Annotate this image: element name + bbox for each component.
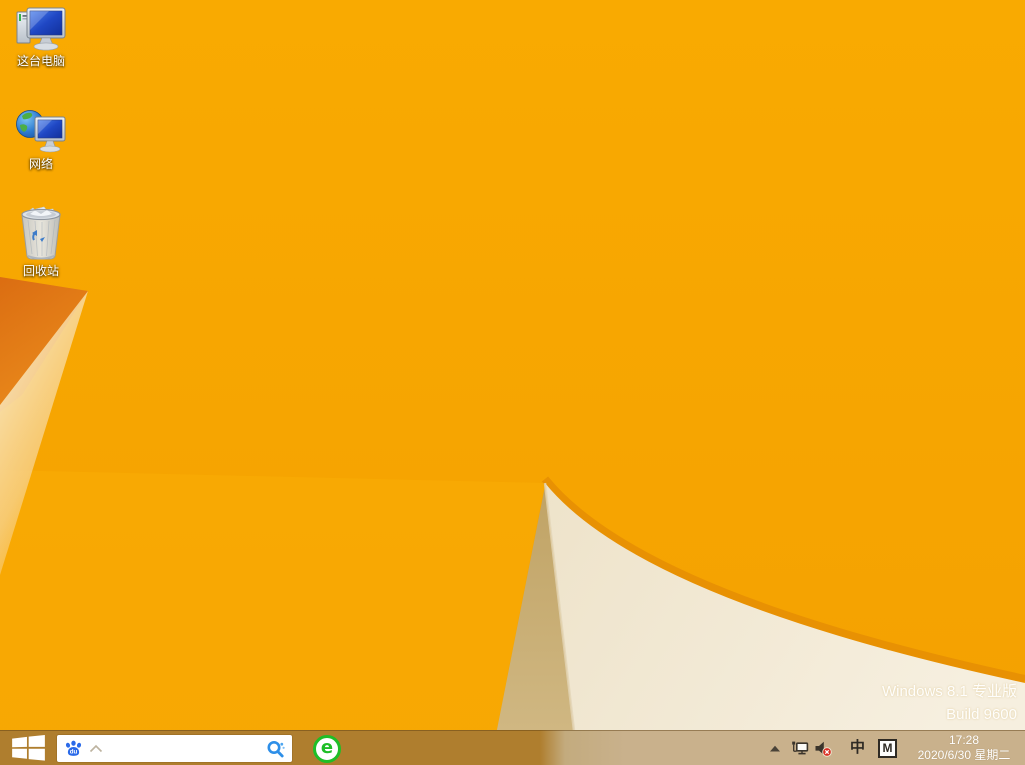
watermark-edition: Windows 8.1 专业版 bbox=[882, 680, 1017, 703]
desktop-surface[interactable]: 这台电脑 网络 bbox=[0, 0, 1025, 765]
ime-mode-badge[interactable]: M bbox=[878, 739, 897, 758]
wallpaper-image bbox=[0, 0, 1025, 765]
browser-glyph: e bbox=[321, 739, 333, 757]
ime-language-button[interactable]: 中 bbox=[850, 740, 865, 756]
chevron-up-icon[interactable] bbox=[89, 744, 103, 753]
icon-label: 这台电脑 bbox=[17, 54, 65, 68]
baidu-paw-icon[interactable]: du bbox=[64, 739, 83, 758]
desktop-icon-this-pc[interactable]: 这台电脑 bbox=[10, 6, 72, 68]
recycle-bin-icon bbox=[18, 206, 64, 262]
this-pc-icon bbox=[15, 6, 67, 52]
search-input[interactable] bbox=[107, 737, 261, 761]
network-icon bbox=[15, 107, 67, 155]
search-submit-button[interactable] bbox=[265, 738, 287, 760]
clock-date: 2020/6/30 星期二 bbox=[918, 748, 1011, 763]
taskbar: du e bbox=[0, 730, 1025, 765]
desktop-icon-network[interactable]: 网络 bbox=[10, 107, 72, 171]
chevron-up-icon bbox=[770, 745, 780, 752]
tray-clock[interactable]: 17:28 2020/6/30 星期二 bbox=[908, 733, 1020, 763]
watermark-build: Build 9600 bbox=[882, 703, 1017, 726]
speaker-muted-icon bbox=[814, 740, 832, 757]
taskbar-search-box[interactable]: du bbox=[57, 735, 292, 762]
system-tray: 中 M 17:28 2020/6/30 星期二 bbox=[770, 731, 1025, 765]
green-e-browser-icon[interactable]: e bbox=[313, 735, 341, 763]
clock-time: 17:28 bbox=[949, 733, 979, 748]
desktop-icon-recycle-bin[interactable]: 回收站 bbox=[10, 206, 72, 278]
start-button[interactable] bbox=[0, 731, 56, 765]
tray-network-button[interactable] bbox=[791, 740, 809, 757]
windows-build-watermark: Windows 8.1 专业版 Build 9600 bbox=[882, 680, 1017, 726]
windows-logo-icon bbox=[12, 735, 45, 761]
icon-label: 回收站 bbox=[23, 264, 59, 278]
tray-expand-button[interactable] bbox=[770, 745, 780, 752]
baidu-magnifier-icon bbox=[265, 738, 287, 760]
wired-network-icon bbox=[791, 740, 809, 757]
tray-volume-button[interactable] bbox=[814, 740, 832, 757]
icon-label: 网络 bbox=[29, 157, 53, 171]
svg-text:du: du bbox=[70, 749, 78, 756]
